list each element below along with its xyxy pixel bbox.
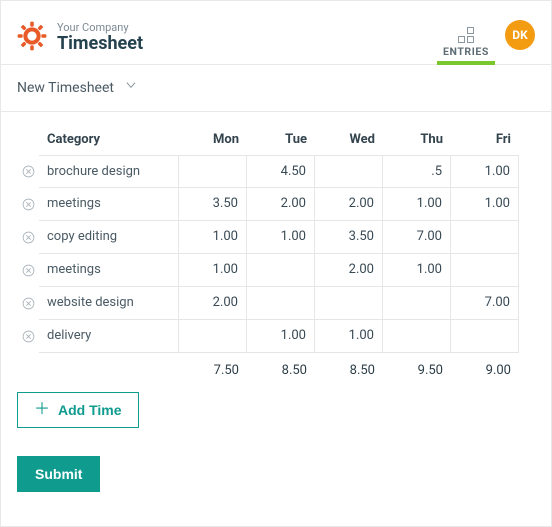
cell-wed[interactable]: 3.50 — [315, 221, 383, 254]
close-circle-icon — [22, 165, 35, 178]
nav-tab-label: ENTRIES — [443, 45, 489, 58]
cell-thu[interactable]: 1.00 — [383, 188, 451, 221]
cell-mon[interactable] — [179, 320, 247, 353]
timesheet-selector[interactable]: New Timesheet — [1, 65, 551, 112]
table-row: copy editing1.001.003.507.00 — [17, 221, 535, 254]
col-thu: Thu — [383, 124, 451, 155]
cell-tue[interactable]: 4.50 — [247, 155, 315, 188]
submit-button[interactable]: Submit — [17, 456, 100, 492]
cell-tue[interactable]: 2.00 — [247, 188, 315, 221]
cell-wed[interactable] — [315, 287, 383, 320]
close-circle-icon — [22, 297, 35, 310]
total-thu: 9.50 — [383, 353, 451, 388]
table-row: brochure design 4.50 .51.00 — [17, 155, 535, 188]
cell-category[interactable]: meetings — [39, 254, 179, 287]
cell-fri[interactable]: 1.00 — [451, 188, 519, 221]
total-wed: 8.50 — [315, 353, 383, 388]
total-tue: 8.50 — [247, 353, 315, 388]
cell-fri[interactable]: 1.00 — [451, 155, 519, 188]
close-circle-icon — [22, 231, 35, 244]
delete-row-button[interactable] — [17, 264, 39, 277]
cell-tue[interactable] — [247, 254, 315, 287]
delete-row-button[interactable] — [17, 231, 39, 244]
col-tue: Tue — [247, 124, 315, 155]
cell-thu[interactable]: 7.00 — [383, 221, 451, 254]
grid-icon — [458, 27, 474, 43]
timesheet-selector-label: New Timesheet — [17, 80, 114, 96]
cell-tue[interactable]: 1.00 — [247, 221, 315, 254]
add-time-button[interactable]: ＋ Add Time — [17, 392, 139, 428]
cell-thu[interactable] — [383, 320, 451, 353]
total-mon: 7.50 — [179, 353, 247, 388]
close-circle-icon — [22, 198, 35, 211]
timesheet-table: Category Mon Tue Wed Thu Fri brochure de… — [17, 124, 535, 388]
cell-fri[interactable] — [451, 320, 519, 353]
cell-thu[interactable]: 1.00 — [383, 254, 451, 287]
cell-mon[interactable]: 2.00 — [179, 287, 247, 320]
table-totals: 7.50 8.50 8.50 9.50 9.00 — [17, 353, 535, 388]
cell-mon[interactable] — [179, 155, 247, 188]
table-row: meetings1.002.001.00 — [17, 254, 535, 287]
close-circle-icon — [22, 330, 35, 343]
delete-row-button[interactable] — [17, 297, 39, 310]
submit-label: Submit — [35, 466, 82, 482]
cell-wed[interactable]: 1.00 — [315, 320, 383, 353]
cell-category[interactable]: website design — [39, 287, 179, 320]
cell-mon[interactable]: 1.00 — [179, 254, 247, 287]
page-title: Timesheet — [57, 34, 143, 54]
brand: Your Company Timesheet — [17, 21, 143, 55]
cell-category[interactable]: meetings — [39, 188, 179, 221]
cell-mon[interactable]: 1.00 — [179, 221, 247, 254]
col-mon: Mon — [179, 124, 247, 155]
close-circle-icon — [22, 264, 35, 277]
chevron-down-icon — [124, 78, 138, 96]
table-row: meetings3.502.002.001.001.00 — [17, 188, 535, 221]
delete-row-button[interactable] — [17, 330, 39, 343]
table-row: delivery 1.001.00 — [17, 320, 535, 353]
nav-tab-entries[interactable]: ENTRIES — [443, 11, 489, 64]
cell-category[interactable]: copy editing — [39, 221, 179, 254]
add-time-label: Add Time — [58, 402, 122, 418]
cell-category[interactable]: delivery — [39, 320, 179, 353]
table-header: Category Mon Tue Wed Thu Fri — [17, 124, 535, 155]
delete-row-button[interactable] — [17, 165, 39, 178]
table-row: website design2.00 7.00 — [17, 287, 535, 320]
cell-thu[interactable]: .5 — [383, 155, 451, 188]
cell-mon[interactable]: 3.50 — [179, 188, 247, 221]
cell-fri[interactable] — [451, 221, 519, 254]
cell-category[interactable]: brochure design — [39, 155, 179, 188]
cell-thu[interactable] — [383, 287, 451, 320]
plus-icon: ＋ — [34, 402, 50, 418]
cell-wed[interactable] — [315, 155, 383, 188]
avatar[interactable]: DK — [505, 20, 535, 50]
col-fri: Fri — [451, 124, 519, 155]
col-category: Category — [39, 124, 179, 155]
delete-row-button[interactable] — [17, 198, 39, 211]
company-label: Your Company — [57, 22, 143, 34]
cell-tue[interactable]: 1.00 — [247, 320, 315, 353]
cell-wed[interactable]: 2.00 — [315, 254, 383, 287]
cell-fri[interactable] — [451, 254, 519, 287]
total-fri: 9.00 — [451, 353, 519, 388]
cell-fri[interactable]: 7.00 — [451, 287, 519, 320]
cell-tue[interactable] — [247, 287, 315, 320]
cell-wed[interactable]: 2.00 — [315, 188, 383, 221]
logo-gear-icon — [17, 21, 47, 55]
col-wed: Wed — [315, 124, 383, 155]
app-header: Your Company Timesheet ENTRIES DK — [1, 1, 551, 65]
